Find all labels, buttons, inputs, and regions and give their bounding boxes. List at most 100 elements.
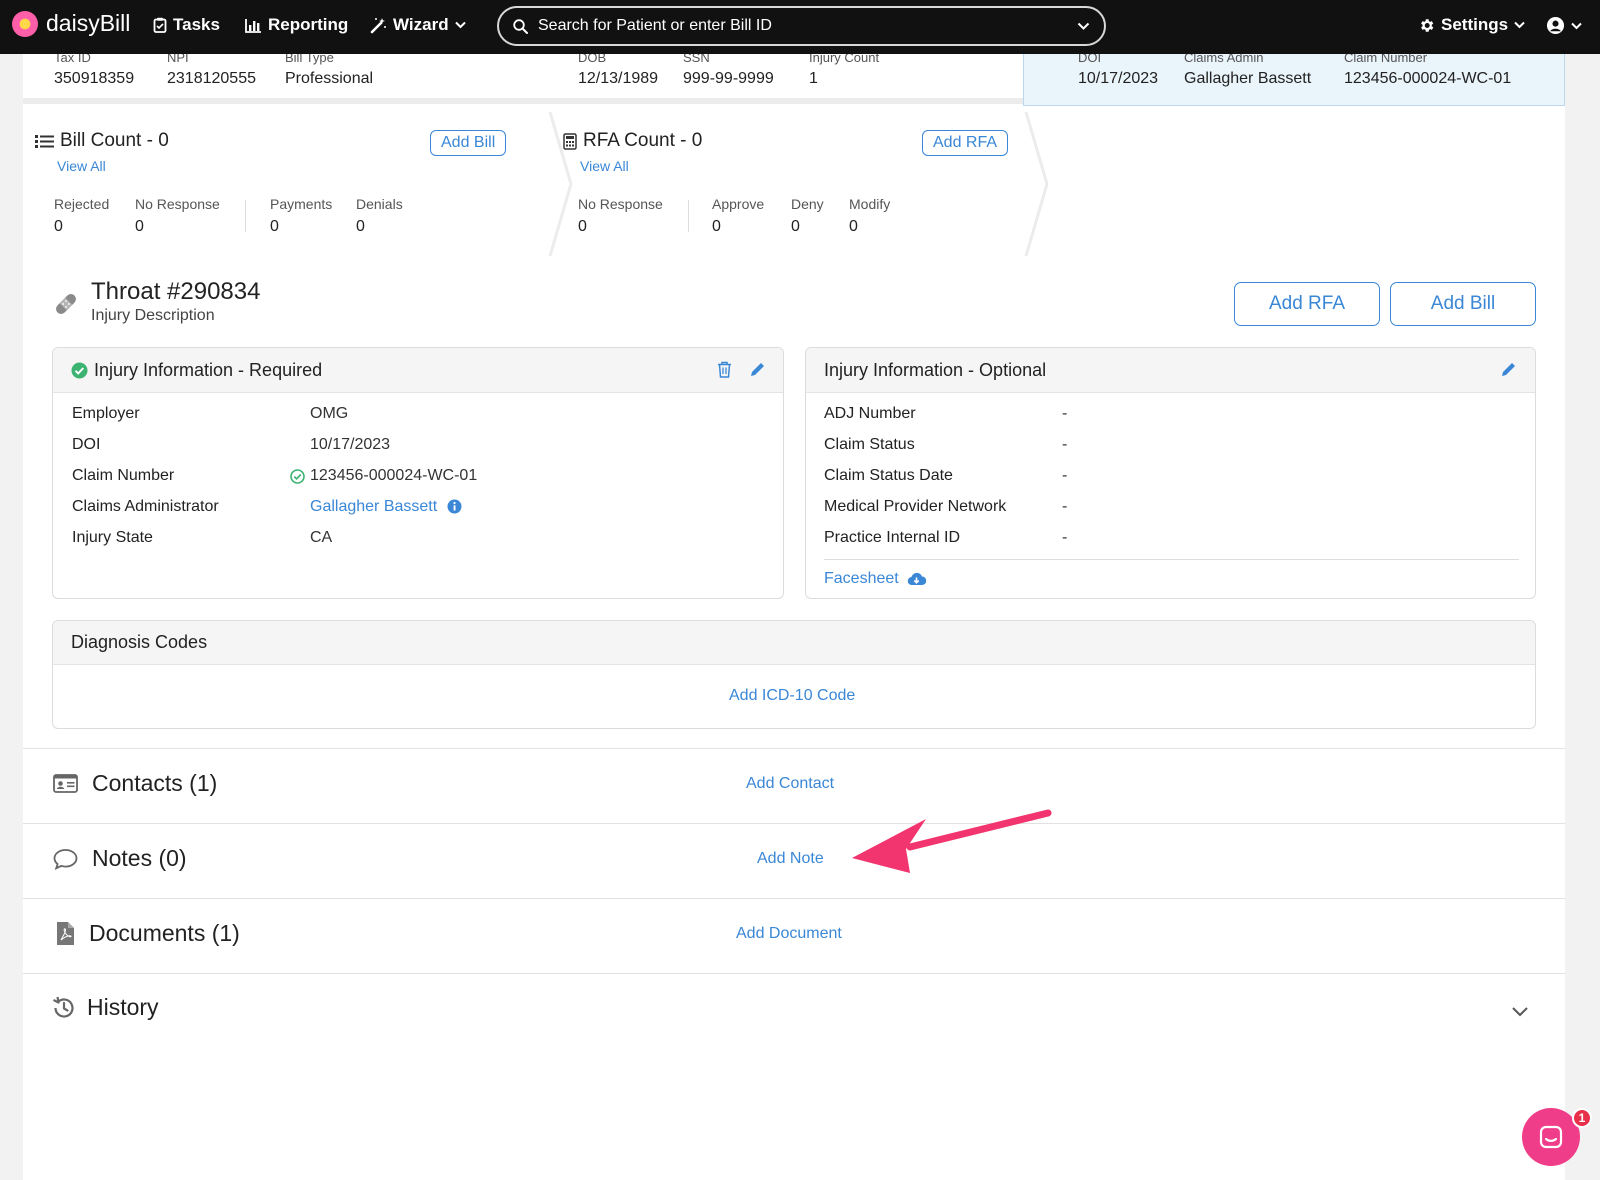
rejected-label: Rejected (54, 196, 110, 212)
rfa-view-all-link[interactable]: View All (580, 158, 629, 174)
add-rfa-button[interactable]: Add RFA (1234, 282, 1380, 326)
logo[interactable]: daisyBill (12, 10, 130, 37)
claims-administrator-label: Claims Administrator (72, 498, 219, 515)
bill-count-title: Bill Count - 0 (35, 130, 169, 152)
doi-row-label: DOI (72, 436, 101, 453)
list-icon (35, 134, 54, 148)
injury-count-value: 1 (809, 70, 818, 87)
add-bill-small-button[interactable]: Add Bill (430, 130, 507, 156)
documents-section-title: Documents (1) (56, 920, 240, 947)
tax-id-value: 350918359 (54, 70, 135, 87)
search-input[interactable] (538, 17, 1067, 35)
rfa-count-label: RFA Count - 0 (583, 130, 703, 151)
trash-icon[interactable] (717, 361, 732, 378)
summary-strip: Tax ID 350918359 NPI 2318120555 Bill Typ… (23, 54, 1023, 108)
add-rfa-small-button[interactable]: Add RFA (922, 130, 1009, 156)
bill-count-label: Bill Count - 0 (60, 130, 169, 151)
doi-row-value: 10/17/2023 (310, 436, 391, 453)
nav-wizard[interactable]: Wizard (370, 15, 466, 35)
claim-summary: DOI 10/17/2023 Claims Admin Gallagher Ba… (1023, 54, 1565, 106)
check-circle-icon (71, 362, 88, 378)
injury-optional-title: Injury Information - Optional (824, 359, 1047, 380)
file-pdf-icon (57, 922, 74, 945)
magic-wand-icon (370, 17, 386, 33)
rfa-count-title: RFA Count - 0 (563, 130, 702, 152)
add-document-link[interactable]: Add Document (736, 925, 842, 943)
bill-view-all-link[interactable]: View All (57, 158, 106, 174)
claim-number-value: 123456-000024-WC-01 (1344, 70, 1512, 87)
claims-administrator-link[interactable]: Gallagher Bassett (310, 498, 437, 516)
gear-icon (1421, 18, 1434, 32)
injury-state-value: CA (310, 529, 333, 546)
doi-label: DOI (1078, 54, 1102, 65)
add-note-link[interactable]: Add Note (757, 850, 824, 868)
logo-text: daisyBill (46, 10, 131, 36)
chevron-down-icon[interactable] (1077, 22, 1090, 31)
user-menu[interactable] (1546, 16, 1582, 35)
contacts-section-title: Contacts (1) (53, 770, 217, 797)
facesheet-link[interactable]: Facesheet (824, 570, 899, 588)
nav-tasks[interactable]: Tasks (153, 15, 220, 35)
divider (23, 973, 1565, 974)
user-avatar-icon (1546, 16, 1565, 35)
injury-required-panel: Injury Information - Required Employer O… (52, 347, 784, 599)
add-bill-button[interactable]: Add Bill (1390, 282, 1536, 326)
dob-label: DOB (578, 54, 607, 65)
chevron-down-icon (1514, 21, 1525, 29)
approve-label: Approve (712, 196, 765, 212)
claim-status-date-value: - (1062, 467, 1068, 484)
injury-required-title: Injury Information - Required (94, 359, 323, 380)
pencil-icon[interactable] (1500, 361, 1517, 378)
nav-reporting-label: Reporting (268, 15, 349, 34)
add-contact-link[interactable]: Add Contact (746, 775, 834, 793)
approve-value: 0 (712, 218, 721, 235)
mpn-value: - (1062, 498, 1068, 515)
history-title: History (87, 994, 159, 1020)
documents-title: Documents (1) (89, 920, 240, 946)
search-icon (513, 18, 528, 34)
adj-number-value: - (1062, 405, 1068, 422)
check-circle-outline-icon (290, 469, 305, 484)
calculator-icon (563, 132, 577, 150)
adj-number-label: ADJ Number (824, 405, 916, 422)
bill-type-label: Bill Type (285, 54, 334, 65)
nav-reporting[interactable]: Reporting (245, 15, 348, 35)
modify-value: 0 (849, 218, 858, 235)
rfa-no-response-value: 0 (578, 218, 587, 235)
payments-label: Payments (270, 196, 333, 212)
diagnosis-codes-panel: Diagnosis Codes Add ICD-10 Code (52, 620, 1536, 729)
cloud-download-icon[interactable] (907, 572, 926, 587)
nav-settings[interactable]: Settings (1418, 15, 1525, 35)
injury-optional-header: Injury Information - Optional (806, 348, 1535, 393)
nav-wizard-label: Wizard (393, 15, 449, 34)
chat-bubble-icon (1539, 1125, 1563, 1149)
ssn-value: 999-99-9999 (683, 70, 774, 87)
injury-subtitle: Injury Description (91, 307, 215, 324)
bill-no-response-label: No Response (135, 196, 220, 212)
chevron-down-icon[interactable] (1511, 1006, 1529, 1018)
injury-count-label: Injury Count (809, 54, 880, 65)
divider (23, 898, 1565, 899)
claim-number-row-value: 123456-000024-WC-01 (310, 467, 478, 484)
claims-admin-label: Claims Admin (1184, 54, 1264, 65)
employer-label: Employer (72, 405, 140, 422)
nav-tasks-label: Tasks (173, 15, 220, 34)
history-icon (53, 996, 74, 1018)
history-section-title[interactable]: History (51, 994, 159, 1021)
notes-section-title: Notes (0) (53, 845, 187, 872)
add-icd10-code-link[interactable]: Add ICD-10 Code (729, 687, 855, 705)
pencil-icon[interactable] (749, 361, 766, 378)
bandage-icon (56, 294, 76, 314)
dob-value: 12/13/1989 (578, 70, 659, 87)
bill-type-value: Professional (285, 70, 374, 87)
claims-admin-value: Gallagher Bassett (1184, 70, 1312, 87)
practice-internal-id-label: Practice Internal ID (824, 529, 961, 546)
info-icon[interactable] (447, 499, 462, 514)
notes-title: Notes (0) (92, 845, 187, 871)
bar-chart-icon (245, 18, 261, 33)
injury-required-header: Injury Information - Required (53, 348, 783, 393)
injury-title: Throat #290834 (91, 278, 261, 305)
search-bar[interactable] (497, 6, 1106, 46)
payments-value: 0 (270, 218, 279, 235)
notification-badge: 1 (1572, 1108, 1592, 1128)
